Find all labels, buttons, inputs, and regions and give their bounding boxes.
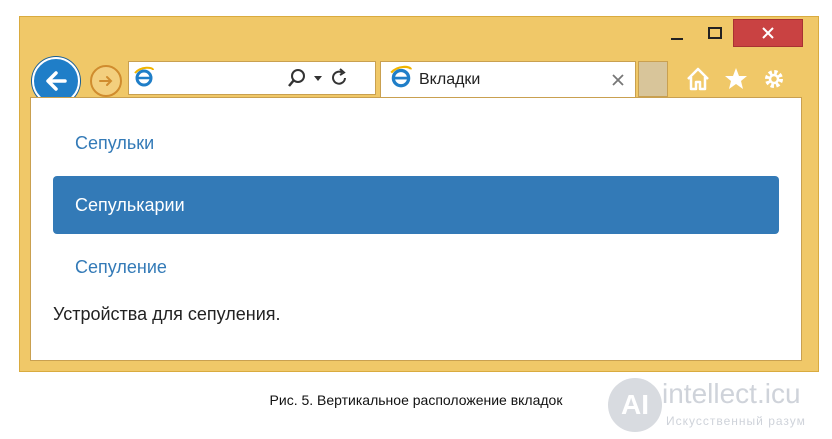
back-icon	[46, 71, 67, 91]
nav-tab-sepulki[interactable]: Сепульки	[53, 114, 779, 172]
nav-tab-sepulenie[interactable]: Сепуление	[53, 238, 779, 296]
browser-window: Вкладки Сепульки Сепулькарии Сепуление У…	[19, 16, 819, 372]
home-button[interactable]	[684, 65, 712, 93]
watermark: AI intellect.icu Искусственный разум	[600, 378, 832, 434]
favorites-button[interactable]	[722, 65, 750, 93]
close-button[interactable]	[733, 19, 803, 47]
maximize-icon	[708, 27, 722, 39]
ie-icon	[133, 66, 155, 93]
minimize-icon	[671, 38, 683, 40]
address-bar[interactable]	[128, 61, 376, 95]
settings-icon	[765, 70, 783, 88]
search-icon[interactable]	[287, 68, 307, 88]
nav-tab-sepulkarii[interactable]: Сепулькарии	[53, 176, 779, 234]
watermark-subtitle: Искусственный разум	[666, 414, 806, 428]
maximize-button[interactable]	[698, 19, 732, 47]
refresh-icon[interactable]	[329, 68, 349, 88]
ie-icon	[389, 65, 413, 94]
home-icon	[687, 67, 709, 91]
settings-button[interactable]	[760, 65, 788, 93]
tab-close-icon	[612, 74, 624, 86]
page-content: Сепульки Сепулькарии Сепуление Устройств…	[30, 97, 802, 361]
favorites-icon	[725, 68, 747, 89]
tab-close-button[interactable]	[609, 71, 627, 89]
forward-icon	[99, 76, 113, 86]
forward-button[interactable]	[90, 65, 122, 97]
watermark-logo: AI	[608, 378, 662, 432]
watermark-title: intellect.icu	[662, 378, 801, 409]
address-input[interactable]	[159, 66, 289, 90]
close-icon	[762, 27, 774, 39]
tab-pane-text: Устройства для сепуления.	[53, 304, 281, 324]
new-tab-button[interactable]	[638, 61, 668, 97]
dropdown-icon[interactable]	[313, 73, 323, 83]
tab-title: Вкладки	[419, 70, 481, 88]
minimize-button[interactable]	[660, 19, 694, 47]
browser-tab[interactable]: Вкладки	[380, 61, 636, 97]
